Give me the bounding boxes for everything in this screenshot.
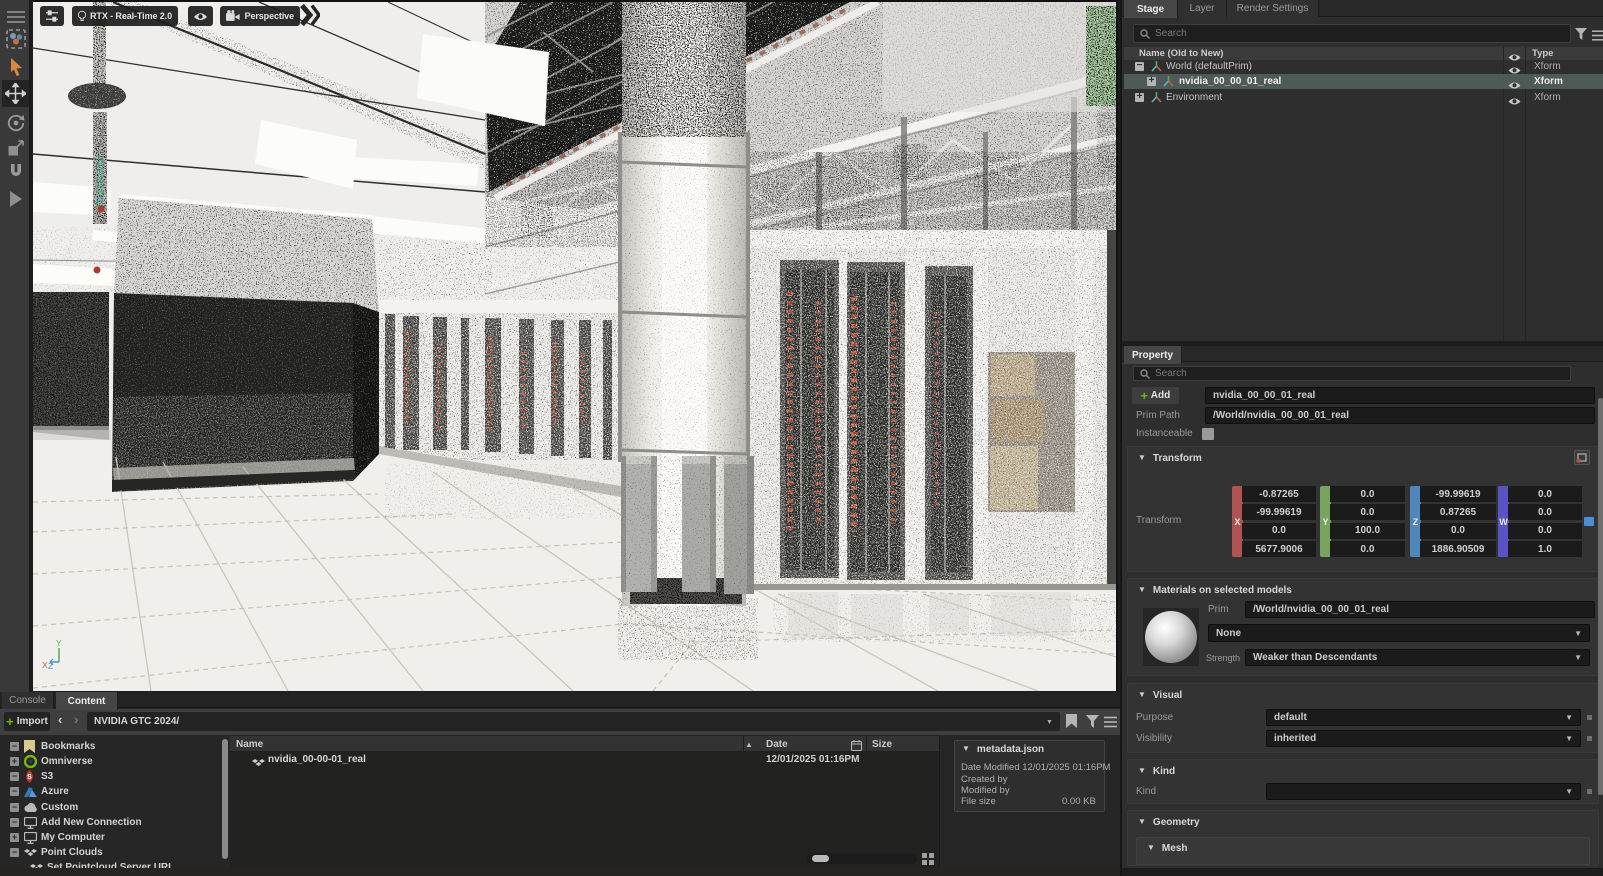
svg-text:Y: Y	[56, 638, 62, 648]
svg-text:Z: Z	[48, 661, 53, 671]
svg-text:S: S	[27, 774, 32, 781]
